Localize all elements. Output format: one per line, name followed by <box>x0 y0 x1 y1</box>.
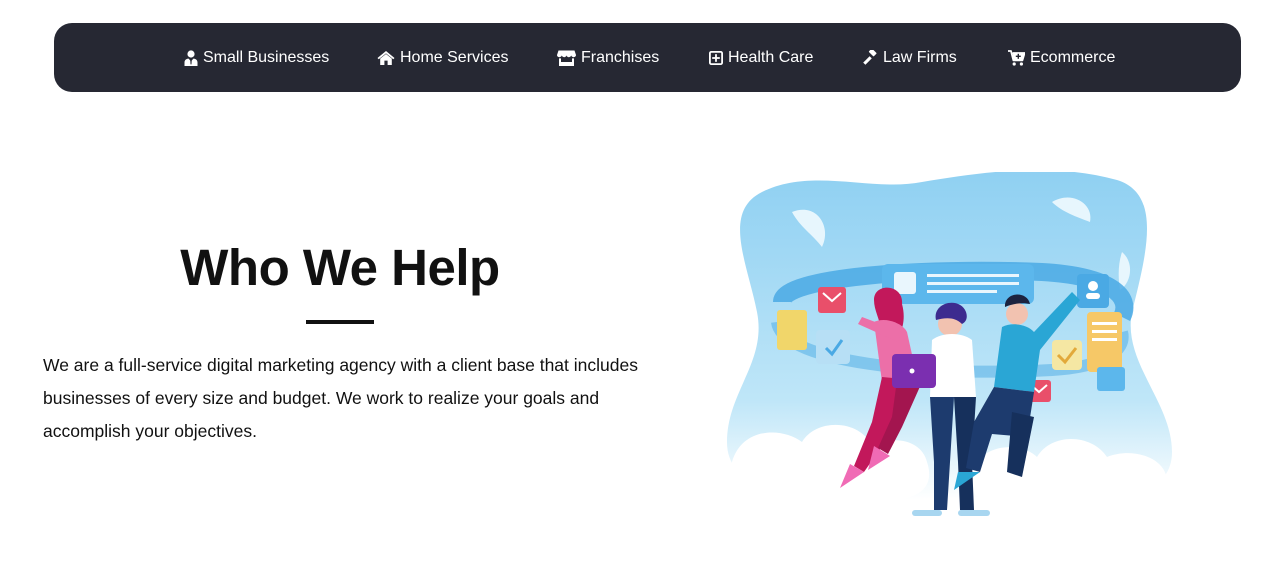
page-title: Who We Help <box>180 239 500 296</box>
store-icon <box>557 50 576 66</box>
home-icon <box>377 51 395 65</box>
nav-item-label: Law Firms <box>883 48 957 66</box>
nav-item-label: Ecommerce <box>1030 48 1116 66</box>
nav-item-label: Home Services <box>400 48 509 66</box>
plus-square-icon <box>709 50 723 65</box>
nav-item-small-businesses[interactable]: Small Businesses <box>184 23 329 92</box>
nav-item-home-services[interactable]: Home Services <box>377 23 508 92</box>
gavel-icon <box>863 50 877 65</box>
nav-item-label: Small Businesses <box>203 48 330 66</box>
nav-item-label: Health Care <box>728 48 814 66</box>
nav-item-health-care[interactable]: Health Care <box>709 23 813 92</box>
nav-item-law-firms[interactable]: Law Firms <box>863 23 957 92</box>
cart-plus-icon <box>1008 49 1025 66</box>
user-tie-icon <box>184 49 198 66</box>
nav-item-label: Franchises <box>581 48 660 66</box>
intro-paragraph: We are a full-service digital marketing … <box>43 355 638 441</box>
category-navbar: Small Businesses Home Services Franchise… <box>54 23 1241 92</box>
nav-item-ecommerce[interactable]: Ecommerce <box>1008 23 1115 92</box>
team-collaboration-illustration <box>727 172 1172 516</box>
title-divider <box>306 320 374 324</box>
nav-item-franchises[interactable]: Franchises <box>557 23 659 92</box>
